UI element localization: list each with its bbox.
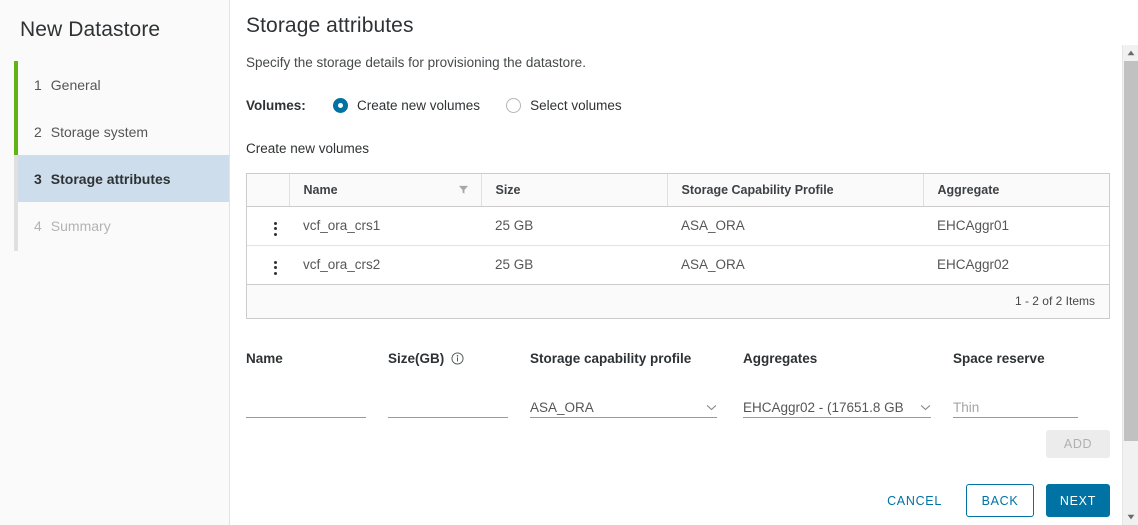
name-input[interactable] <box>246 396 366 418</box>
cancel-button[interactable]: CANCEL <box>875 484 954 517</box>
step-label: Storage attributes <box>50 170 171 187</box>
cell-aggregate: EHCAggr01 <box>923 206 1109 246</box>
wizard-sidebar: New Datastore 1 General 2 Storage system… <box>0 0 230 525</box>
table-header-row: Name Size Storage Capability Profile Agg… <box>247 174 1109 207</box>
scroll-down-arrow-icon[interactable] <box>1123 509 1138 525</box>
size-label-text: Size(GB) <box>388 351 445 366</box>
scp-selected-value: ASA_ORA <box>530 399 594 415</box>
field-label-name: Name <box>246 351 283 366</box>
create-new-volumes-heading: Create new volumes <box>246 141 370 156</box>
sidebar-step-storage-system[interactable]: 2 Storage system <box>14 108 229 155</box>
radio-indicator-selected[interactable] <box>333 98 348 113</box>
cell-name: vcf_ora_crs1 <box>289 206 481 246</box>
table-row[interactable]: vcf_ora_crs1 25 GB ASA_ORA EHCAggr01 <box>247 206 1109 246</box>
add-volume-form: Name Size(GB) Storage capability profile… <box>246 350 1110 418</box>
storage-capability-profile-select[interactable]: ASA_ORA <box>530 396 717 418</box>
sidebar-step-storage-attributes[interactable]: 3 Storage attributes <box>18 155 229 202</box>
step-label: Storage system <box>50 123 149 140</box>
wizard-title: New Datastore <box>20 18 161 41</box>
new-datastore-wizard: New Datastore 1 General 2 Storage system… <box>0 0 1138 525</box>
step-number: 2 <box>34 123 42 140</box>
cell-size: 25 GB <box>481 245 667 285</box>
field-aggregates: Aggregates EHCAggr02 - (17651.8 GB <box>743 350 953 418</box>
table-header-menu <box>247 174 290 207</box>
cell-name: vcf_ora_crs2 <box>289 245 481 285</box>
cell-size: 25 GB <box>481 206 667 246</box>
filter-funnel-icon[interactable] <box>458 184 469 195</box>
radio-select-volumes[interactable]: Select volumes <box>506 98 622 113</box>
field-space-reserve: Space reserve Thin <box>953 350 1078 418</box>
field-label-size: Size(GB) <box>388 350 530 368</box>
sidebar-step-general[interactable]: 1 General <box>14 61 229 108</box>
table-pagination: 1 - 2 of 2 Items <box>247 284 1109 318</box>
next-button[interactable]: NEXT <box>1046 484 1110 517</box>
page-title: Storage attributes <box>246 14 414 37</box>
scrollbar-thumb[interactable] <box>1124 61 1138 441</box>
field-label-aggregates: Aggregates <box>743 351 818 366</box>
row-menu-icon[interactable] <box>266 258 285 278</box>
radio-label: Select volumes <box>530 98 622 113</box>
item-count: 1 - 2 of 2 Items <box>1014 294 1095 308</box>
step-label: General <box>50 76 101 93</box>
column-label: Aggregate <box>937 182 1000 197</box>
field-storage-capability-profile: Storage capability profile ASA_ORA <box>530 350 743 418</box>
radio-indicator[interactable] <box>506 98 522 113</box>
radio-label: Create new volumes <box>357 98 481 113</box>
sidebar-step-summary: 4 Summary <box>14 202 229 249</box>
info-circle-icon[interactable] <box>451 352 464 365</box>
cell-storage-capability-profile: ASA_ORA <box>667 206 923 246</box>
back-button[interactable]: BACK <box>966 484 1034 517</box>
wizard-footer-actions: CANCEL BACK NEXT <box>875 484 1110 517</box>
space-reserve-placeholder: Thin <box>953 399 980 415</box>
step-number: 4 <box>34 217 42 234</box>
volumes-label: Volumes: <box>246 98 306 113</box>
volumes-table: Name Size Storage Capability Profile Agg… <box>246 173 1110 319</box>
table-header-name[interactable]: Name <box>289 174 482 207</box>
add-button-row: ADD <box>246 429 1110 458</box>
scroll-up-arrow-icon[interactable] <box>1123 45 1138 61</box>
column-label: Storage Capability Profile <box>681 182 834 197</box>
wizard-steps: 1 General 2 Storage system 3 Storage att… <box>0 61 229 251</box>
cell-storage-capability-profile: ASA_ORA <box>667 245 923 285</box>
aggregates-selected-value: EHCAggr02 - (17651.8 GB <box>743 399 904 415</box>
column-label: Size <box>495 182 521 197</box>
field-label-space-reserve: Space reserve <box>953 351 1045 366</box>
cell-aggregate: EHCAggr02 <box>923 245 1109 285</box>
aggregates-select[interactable]: EHCAggr02 - (17651.8 GB <box>743 396 931 418</box>
vertical-scrollbar[interactable] <box>1122 45 1138 525</box>
field-size: Size(GB) <box>388 350 530 418</box>
table-header-storage-capability-profile[interactable]: Storage Capability Profile <box>667 174 924 207</box>
space-reserve-input[interactable]: Thin <box>953 396 1078 418</box>
chevron-down-icon[interactable] <box>706 400 717 414</box>
table-header-aggregate[interactable]: Aggregate <box>923 174 1109 207</box>
volumes-radio-group: Volumes: Create new volumes Select volum… <box>246 98 1112 113</box>
wizard-content: Storage attributes Specify the storage d… <box>230 0 1138 525</box>
column-label: Name <box>303 182 338 197</box>
step-number: 1 <box>34 76 42 93</box>
row-menu-icon[interactable] <box>266 219 285 239</box>
step-label: Summary <box>50 217 111 234</box>
size-input[interactable] <box>388 396 508 418</box>
field-name: Name <box>246 350 388 418</box>
add-button[interactable]: ADD <box>1046 429 1110 458</box>
table-header-size[interactable]: Size <box>481 174 668 207</box>
step-number: 3 <box>34 170 42 187</box>
row-menu-cell[interactable] <box>247 206 289 246</box>
page-description: Specify the storage details for provisio… <box>246 55 586 70</box>
radio-create-new-volumes[interactable]: Create new volumes <box>333 98 480 113</box>
table-row[interactable]: vcf_ora_crs2 25 GB ASA_ORA EHCAggr02 <box>247 245 1109 285</box>
field-label-storage-capability-profile: Storage capability profile <box>530 351 692 366</box>
chevron-down-icon[interactable] <box>920 400 931 414</box>
row-menu-cell[interactable] <box>247 245 289 285</box>
